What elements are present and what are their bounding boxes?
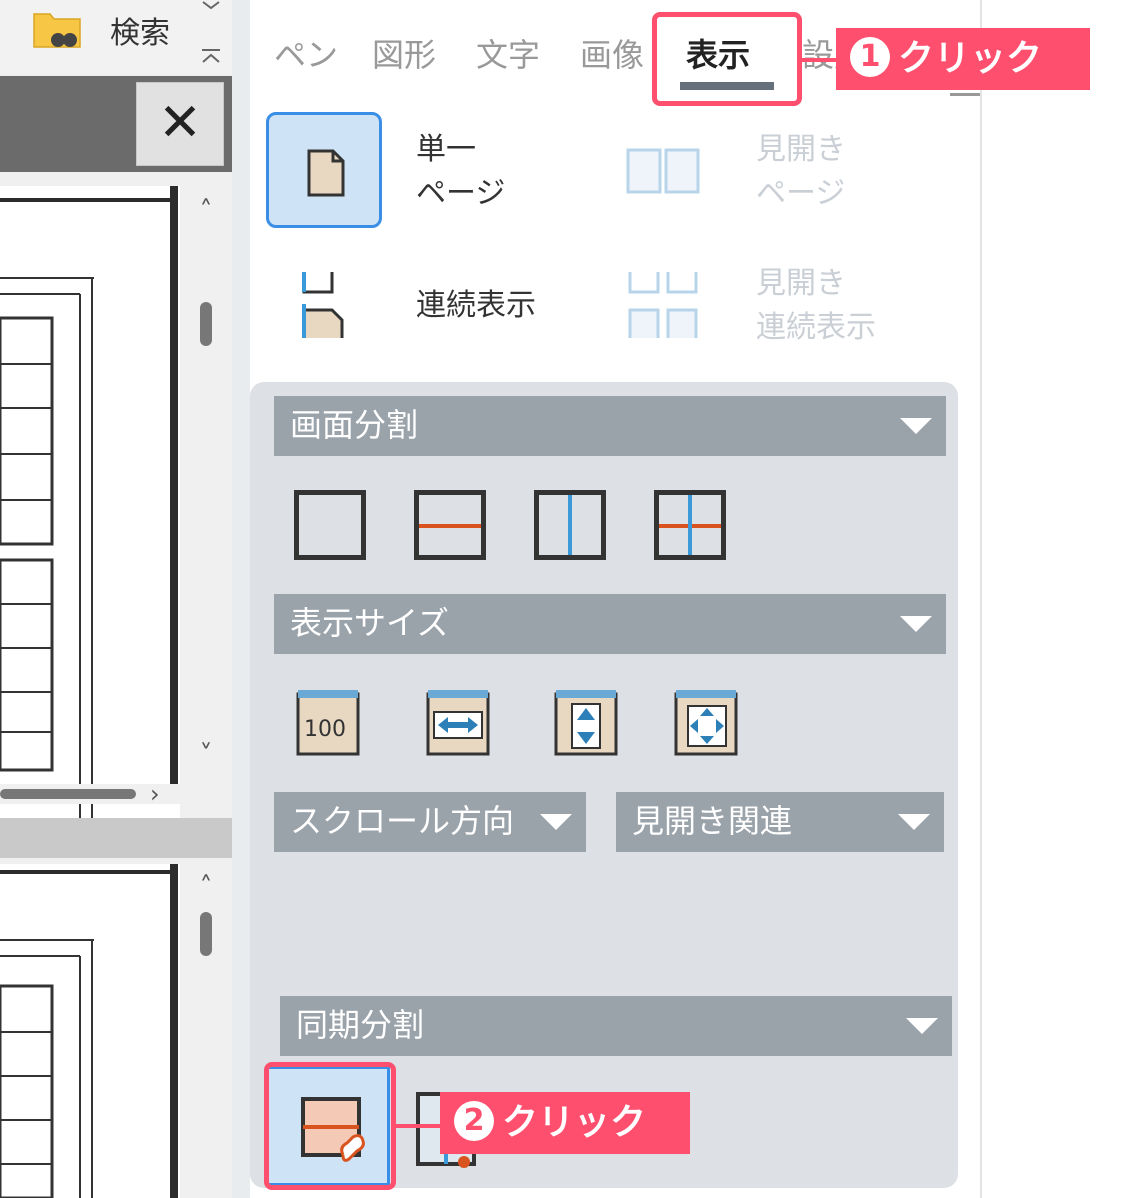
spread-page-icon[interactable] [626, 148, 702, 196]
scroll-up-icon[interactable]: ˄ [186, 872, 226, 902]
fit-page-icon[interactable] [672, 688, 744, 758]
svg-text:›: › [150, 780, 160, 808]
single-page-icon [307, 149, 345, 197]
right-gutter [980, 0, 1134, 1198]
screen-split-header[interactable]: 画面分割 [274, 396, 946, 456]
step-number-badge: 2 [454, 1101, 494, 1141]
split-quad-icon[interactable] [654, 490, 726, 560]
collapse-ribbon-icon[interactable] [198, 0, 224, 70]
fit-width-icon[interactable] [424, 688, 496, 758]
spread-related-title: 見開き関連 [632, 802, 793, 840]
sync-split-horizontal-button[interactable] [266, 1066, 390, 1186]
callout-label-2: 2 クリック [440, 1092, 690, 1154]
sync-split-horizontal-icon [301, 1097, 365, 1162]
callout-label-1: 1 クリック [836, 28, 1090, 90]
single-page-label[interactable]: 単一 ページ [416, 128, 505, 216]
chevron-down-icon [900, 418, 932, 434]
split-divider[interactable] [0, 818, 232, 858]
callout-text: クリック [502, 1102, 647, 1143]
display-size-title: 表示サイズ [290, 604, 450, 642]
close-document-button[interactable]: ✕ [136, 82, 224, 166]
tab-divider [950, 93, 980, 96]
active-tab-indicator [680, 82, 774, 90]
scrollbar-thumb[interactable] [200, 302, 212, 346]
split-line [419, 524, 481, 528]
top-toolbar: 検索 [0, 0, 232, 74]
continuous-view-icon[interactable] [300, 270, 352, 340]
sync-split-title: 同期分割 [296, 1006, 425, 1044]
callout-connector [800, 58, 840, 62]
sync-split-header[interactable]: 同期分割 [280, 996, 952, 1056]
scroll-up-icon[interactable]: ˄ [186, 196, 226, 226]
screen-split-title: 画面分割 [290, 406, 419, 444]
chevron-down-icon [900, 616, 932, 632]
tab-shape[interactable]: 図形 [372, 30, 436, 76]
chevron-down-icon [540, 814, 572, 830]
step-number-badge: 1 [850, 37, 890, 77]
chevron-down-icon [906, 1018, 938, 1034]
chevron-down-icon [898, 814, 930, 830]
document-view-lower[interactable]: ˄ [0, 858, 232, 1198]
display-size-header[interactable]: 表示サイズ [274, 594, 946, 654]
split-line [688, 495, 692, 555]
tab-image[interactable]: 画像 [580, 30, 656, 76]
scrollbar-thumb[interactable] [200, 912, 212, 956]
search-folder-icon[interactable] [32, 6, 82, 50]
split-line [568, 495, 572, 555]
callout-connector [394, 1124, 444, 1128]
split-horizontal-icon[interactable] [414, 490, 486, 560]
single-page-button[interactable] [266, 112, 382, 228]
spread-continuous-icon[interactable] [626, 270, 702, 340]
scroll-down-icon[interactable]: ˅ [186, 740, 226, 770]
document-view-upper[interactable]: › ˄ ˅ [0, 172, 232, 818]
scroll-direction-dropdown[interactable]: スクロール方向 [274, 792, 586, 852]
spread-page-label[interactable]: 見開き ページ [756, 128, 846, 216]
vertical-scrollbar-lower[interactable]: ˄ [186, 868, 226, 1198]
callout-text: クリック [898, 38, 1043, 79]
tab-pen[interactable]: ペン [274, 30, 338, 76]
split-vertical-icon[interactable] [534, 490, 606, 560]
tab-text[interactable]: 文字 [476, 30, 540, 76]
svg-text:100: 100 [304, 717, 346, 742]
fit-height-icon[interactable] [552, 688, 624, 758]
spread-related-dropdown[interactable]: 見開き関連 [616, 792, 944, 852]
split-none-icon[interactable] [294, 490, 366, 560]
scroll-direction-title: スクロール方向 [290, 802, 515, 840]
tab-view[interactable]: 表示 [686, 30, 750, 76]
continuous-view-label[interactable]: 連続表示 [416, 284, 536, 328]
vertical-scrollbar-upper[interactable]: ˄ ˅ [186, 192, 226, 782]
zoom-100-icon[interactable]: 100 [294, 688, 366, 758]
close-icon: ✕ [158, 93, 202, 153]
spread-continuous-label[interactable]: 見開き 連続表示 [756, 262, 876, 350]
search-label[interactable]: 検索 [110, 8, 170, 52]
document-pane: 検索 ✕ › ˄ ˅ ˄ [0, 0, 232, 1198]
